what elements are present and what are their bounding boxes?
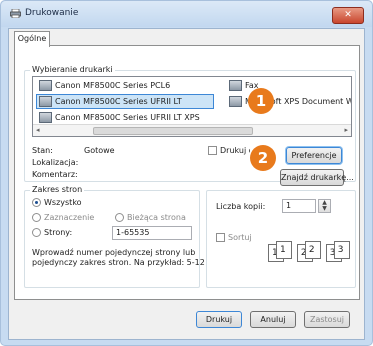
fax-icon: [229, 80, 242, 91]
scrollbar-thumb[interactable]: [93, 127, 253, 135]
find-printer-button[interactable]: Znajdź drukarkę...: [280, 169, 354, 186]
printer-icon: [39, 96, 52, 107]
cancel-button[interactable]: Anuluj: [250, 311, 296, 328]
range-pages-radio[interactable]: [32, 228, 41, 237]
print-to-file-label: Drukuj do pliku: [220, 146, 250, 155]
pages-input[interactable]: 1-65535: [112, 226, 192, 240]
printer-item-selected[interactable]: Canon MF8500C Series UFRII LT: [39, 96, 182, 107]
page-range-label: Zakres stron: [30, 185, 85, 194]
status-label: Stan:: [32, 146, 53, 155]
range-selection-label: Zaznaczenie: [44, 213, 95, 222]
collate-checkbox[interactable]: [216, 233, 225, 242]
range-selection-radio[interactable]: [32, 213, 41, 222]
printer-icon: [39, 80, 52, 91]
status-value: Gotowe: [84, 146, 115, 155]
page-range-hint-1: Wprowadź numer pojedynczej strony lub: [32, 248, 196, 257]
print-button[interactable]: Drukuj: [196, 311, 242, 328]
callout-badge-1: 1: [248, 88, 274, 114]
printer-icon: [39, 112, 52, 123]
range-current-label: Bieżąca strona: [127, 213, 186, 222]
printer-list[interactable]: Canon MF8500C Series PCL6 Canon MF8500C …: [32, 76, 352, 137]
close-button[interactable]: ✕: [332, 7, 364, 24]
collate-icon: 11 22 33: [268, 241, 352, 265]
window-title: Drukowanie: [25, 8, 79, 18]
scroll-left-icon[interactable]: ◂: [36, 125, 40, 136]
horizontal-scrollbar[interactable]: ◂ ▸: [33, 124, 351, 136]
preferences-button[interactable]: Preferencje: [286, 147, 342, 164]
printer-icon: [10, 9, 21, 18]
close-icon: ✕: [344, 10, 352, 20]
copies-label: Liczba kopii:: [216, 202, 266, 211]
copies-stepper[interactable]: ▲ ▼: [318, 199, 331, 213]
apply-button[interactable]: Zastosuj: [304, 311, 350, 328]
printer-icon: [229, 96, 242, 107]
range-all-radio[interactable]: [32, 198, 41, 207]
range-current-radio[interactable]: [115, 213, 124, 222]
printer-item[interactable]: Canon MF8500C Series PCL6: [39, 80, 170, 91]
location-label: Lokalizacja:: [32, 158, 79, 167]
scroll-right-icon[interactable]: ▸: [344, 125, 348, 136]
print-to-file-checkbox[interactable]: [208, 146, 217, 155]
printer-item[interactable]: Canon MF8500C Series UFRII LT XPS: [39, 112, 200, 123]
chevron-down-icon[interactable]: ▼: [322, 205, 327, 212]
select-printer-label: Wybieranie drukarki: [30, 65, 115, 74]
page-range-hint-2: pojedynczy zakres stron. Na przykład: 5-…: [32, 258, 205, 267]
tab-general[interactable]: Ogólne: [14, 31, 50, 47]
callout-badge-2: 2: [250, 145, 276, 171]
collate-label: Sortuj: [228, 233, 252, 242]
comment-label: Komentarz:: [32, 170, 78, 179]
range-pages-label: Strony:: [44, 228, 73, 237]
copies-input[interactable]: 1: [282, 199, 316, 213]
title-bar: Drukowanie ✕: [1, 1, 372, 27]
range-all-label: Wszystko: [44, 198, 82, 207]
